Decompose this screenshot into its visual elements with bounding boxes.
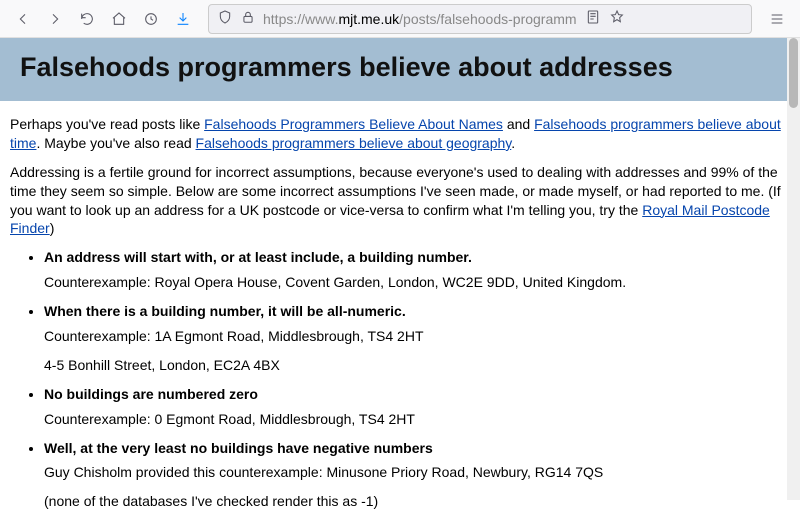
reader-mode-icon[interactable]: [585, 9, 601, 28]
counterexample: 4-5 Bonhill Street, London, EC2A 4BX: [44, 356, 790, 375]
list-item: An address will start with, or at least …: [44, 248, 790, 292]
counterexample: Counterexample: Royal Opera House, Coven…: [44, 273, 790, 292]
falsehood-title: An address will start with, or at least …: [44, 248, 790, 267]
link-names[interactable]: Falsehoods Programmers Believe About Nam…: [204, 116, 503, 132]
scrollbar[interactable]: [787, 38, 800, 500]
lock-icon: [241, 10, 255, 27]
list-item: No buildings are numbered zero Counterex…: [44, 385, 790, 429]
falsehoods-list: An address will start with, or at least …: [10, 248, 790, 511]
page-title: Falsehoods programmers believe about add…: [20, 52, 780, 83]
intro-paragraph-1: Perhaps you've read posts like Falsehood…: [10, 115, 790, 153]
downloads-button[interactable]: [168, 4, 198, 34]
list-item: Well, at the very least no buildings hav…: [44, 439, 790, 511]
scrollbar-thumb[interactable]: [789, 38, 798, 108]
bookmark-star-icon[interactable]: [609, 9, 625, 28]
browser-toolbar: https://www.mjt.me.uk/posts/falsehoods-p…: [0, 0, 800, 38]
link-geography[interactable]: Falsehoods programmers believe about geo…: [196, 135, 512, 151]
shield-icon: [217, 9, 233, 28]
list-item: When there is a building number, it will…: [44, 302, 790, 375]
history-button[interactable]: [136, 4, 166, 34]
article-body: Perhaps you've read posts like Falsehood…: [0, 101, 800, 511]
counterexample: Counterexample: 1A Egmont Road, Middlesb…: [44, 327, 790, 346]
url-text: https://www.mjt.me.uk/posts/falsehoods-p…: [263, 11, 577, 27]
home-button[interactable]: [104, 4, 134, 34]
url-bar[interactable]: https://www.mjt.me.uk/posts/falsehoods-p…: [208, 4, 752, 34]
counterexample: Guy Chisholm provided this counterexampl…: [44, 463, 790, 482]
intro-paragraph-2: Addressing is a fertile ground for incor…: [10, 163, 790, 239]
counterexample: Counterexample: 0 Egmont Road, Middlesbr…: [44, 410, 790, 429]
back-button[interactable]: [8, 4, 38, 34]
reload-button[interactable]: [72, 4, 102, 34]
forward-button[interactable]: [40, 4, 70, 34]
menu-button[interactable]: [762, 4, 792, 34]
falsehood-title: No buildings are numbered zero: [44, 385, 790, 404]
falsehood-title: When there is a building number, it will…: [44, 302, 790, 321]
counterexample: (none of the databases I've checked rend…: [44, 492, 790, 511]
page-header: Falsehoods programmers believe about add…: [0, 38, 800, 101]
falsehood-title: Well, at the very least no buildings hav…: [44, 439, 790, 458]
